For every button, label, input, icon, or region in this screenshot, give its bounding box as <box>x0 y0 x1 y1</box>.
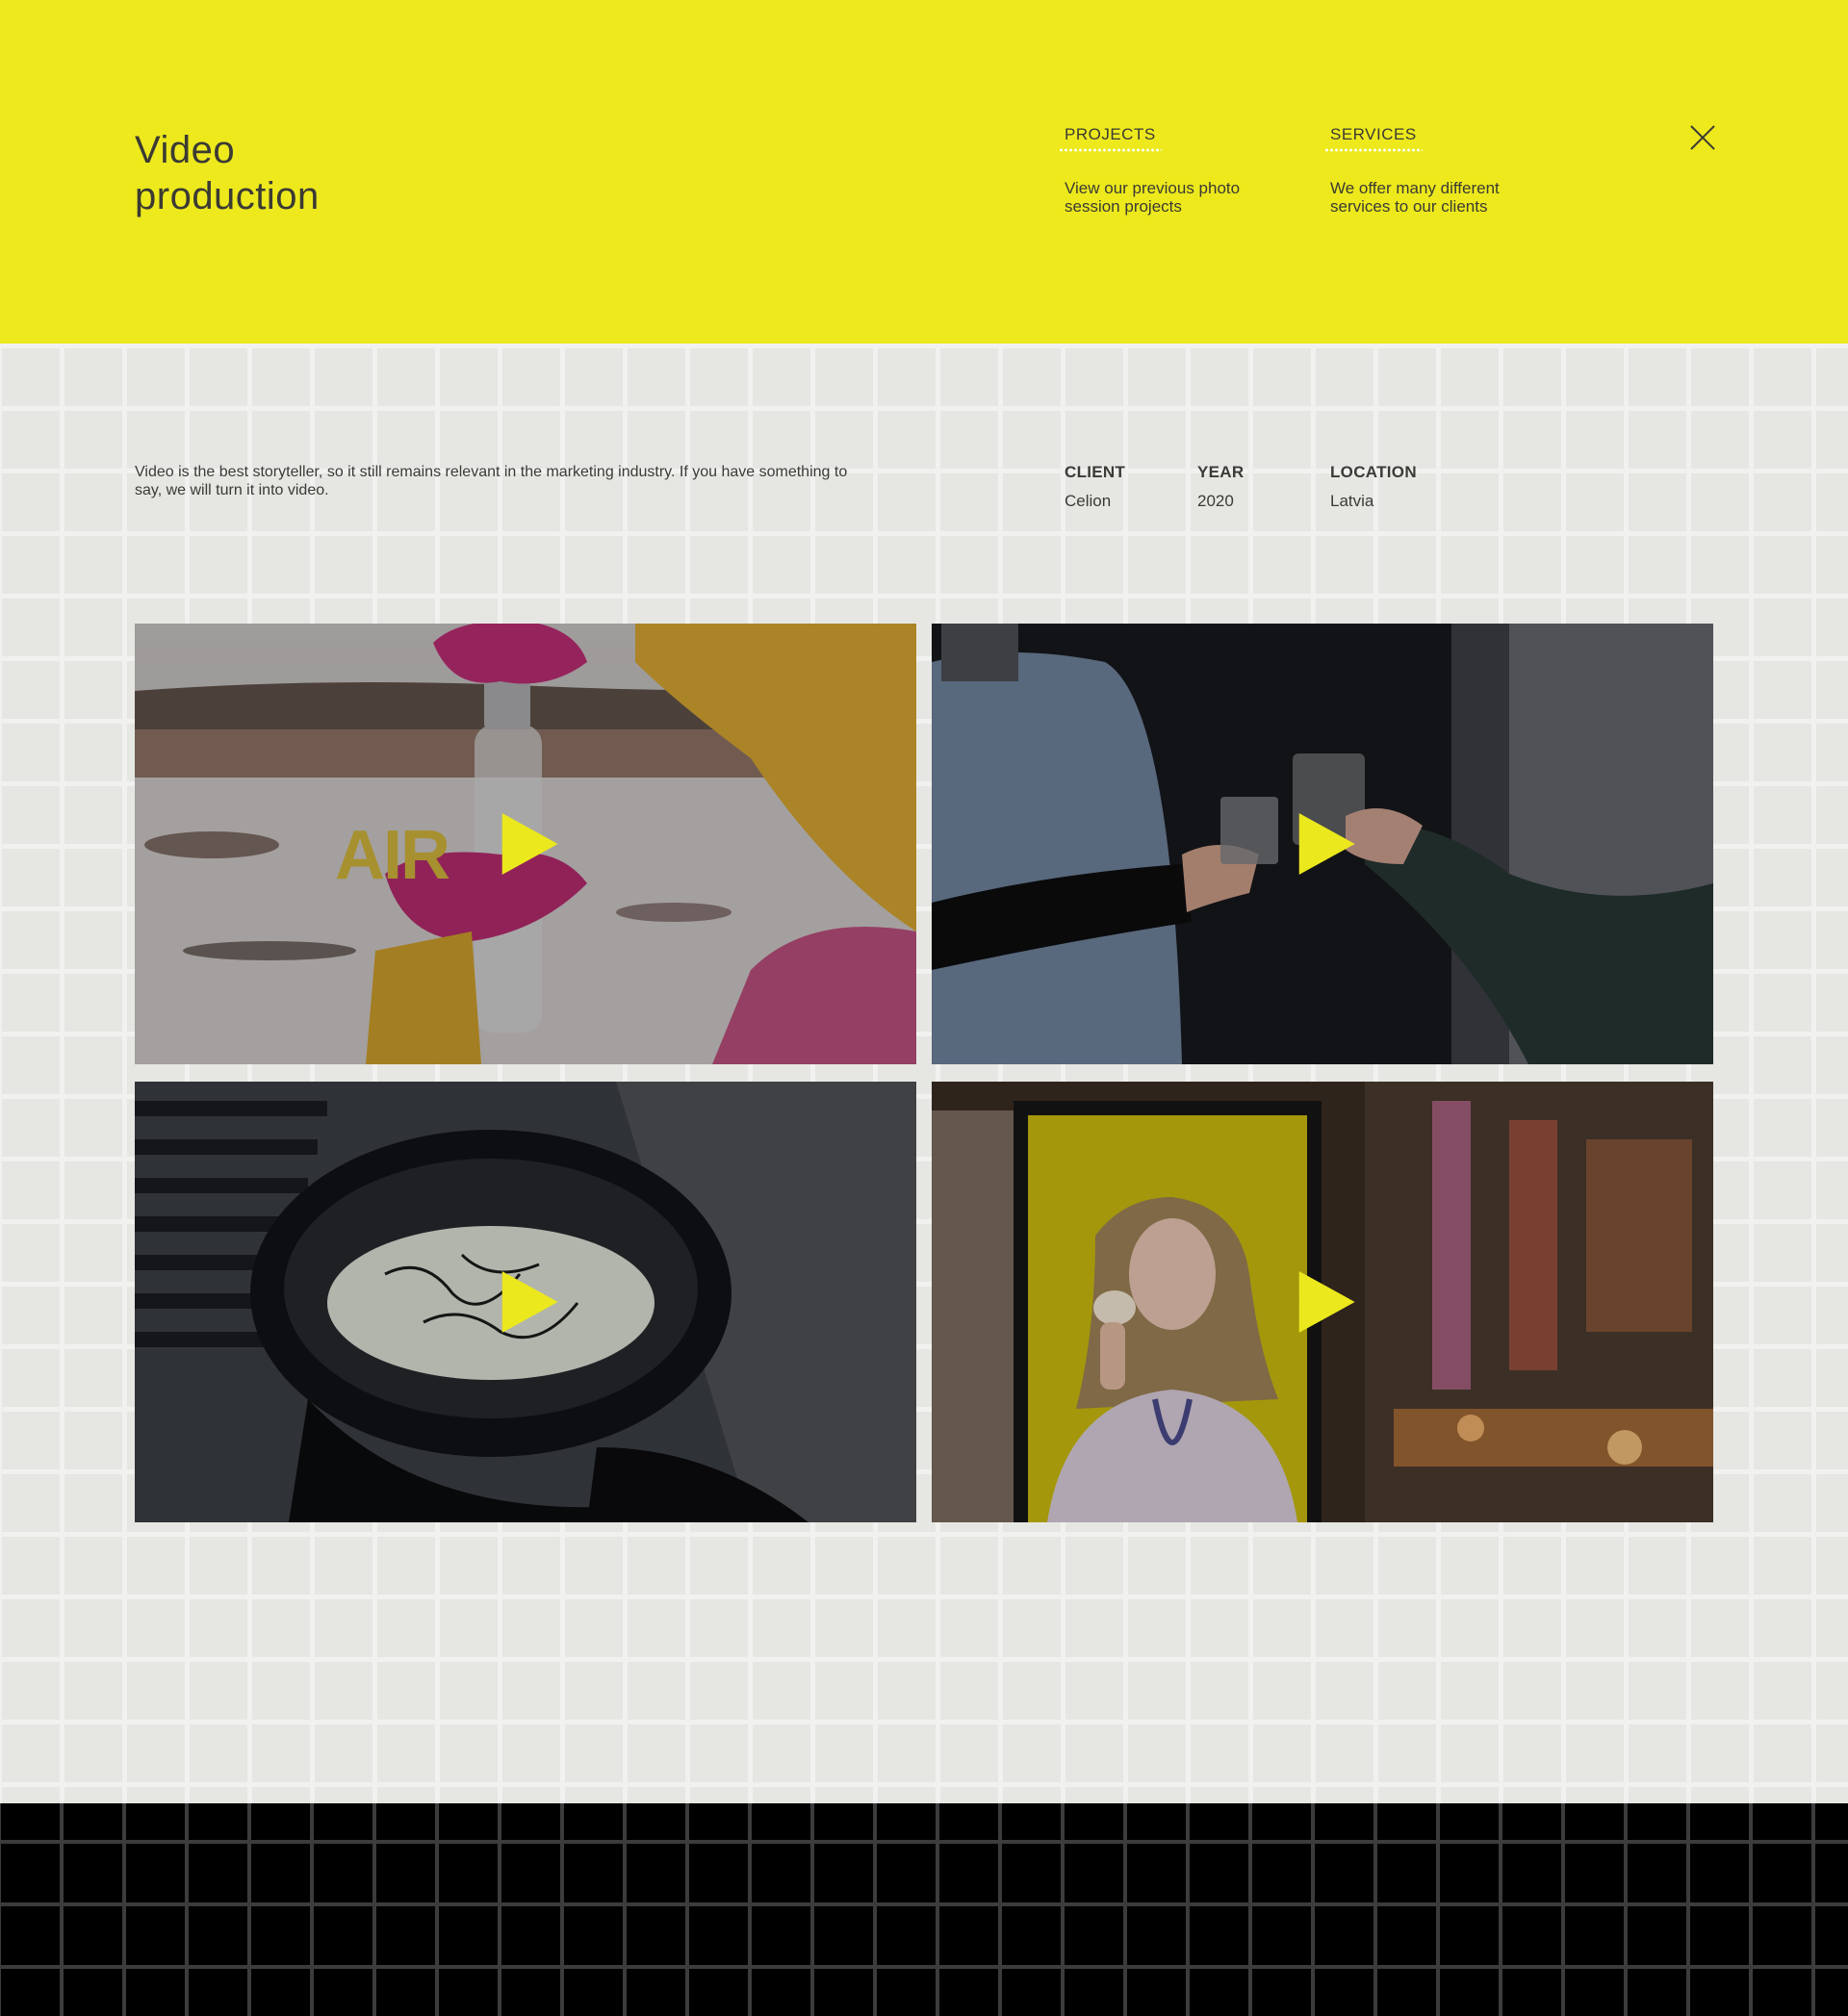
nav-link-projects[interactable]: PROJECTS <box>1059 125 1162 152</box>
meta-label-year: YEAR <box>1197 463 1245 481</box>
meta-label-client: CLIENT <box>1065 463 1126 481</box>
play-icon[interactable] <box>1298 1271 1355 1333</box>
meta-label-location: LOCATION <box>1330 463 1417 481</box>
video-tile-1[interactable]: AIR <box>135 624 916 1064</box>
video-tile-4[interactable] <box>932 1082 1713 1522</box>
page-header: Video production PROJECTS View our previ… <box>0 0 1848 344</box>
nav-desc-services: We offer many different services to our … <box>1330 179 1500 216</box>
close-button[interactable] <box>1688 123 1717 152</box>
video-tile-2[interactable] <box>932 624 1713 1064</box>
play-icon[interactable] <box>501 1271 558 1333</box>
project-description: Video is the best storyteller, so it sti… <box>135 464 848 498</box>
page-title-line2: production <box>135 175 320 217</box>
meta-value-location: Latvia <box>1330 492 1374 510</box>
nav-link-services[interactable]: SERVICES <box>1324 125 1423 152</box>
page-footer <box>0 1803 1848 2016</box>
play-icon[interactable] <box>1298 813 1355 875</box>
content-area <box>0 344 1848 1803</box>
play-icon[interactable] <box>501 813 558 875</box>
close-icon <box>1690 125 1715 150</box>
video-tile-3[interactable] <box>135 1082 916 1522</box>
meta-value-year: 2020 <box>1197 492 1234 510</box>
video-overlay-text: AIR <box>335 817 450 894</box>
page-title-line1: Video <box>135 129 236 171</box>
meta-value-client: Celion <box>1065 492 1112 510</box>
nav-desc-projects: View our previous photo session projects <box>1065 179 1241 216</box>
page-title: Video production <box>135 127 520 219</box>
